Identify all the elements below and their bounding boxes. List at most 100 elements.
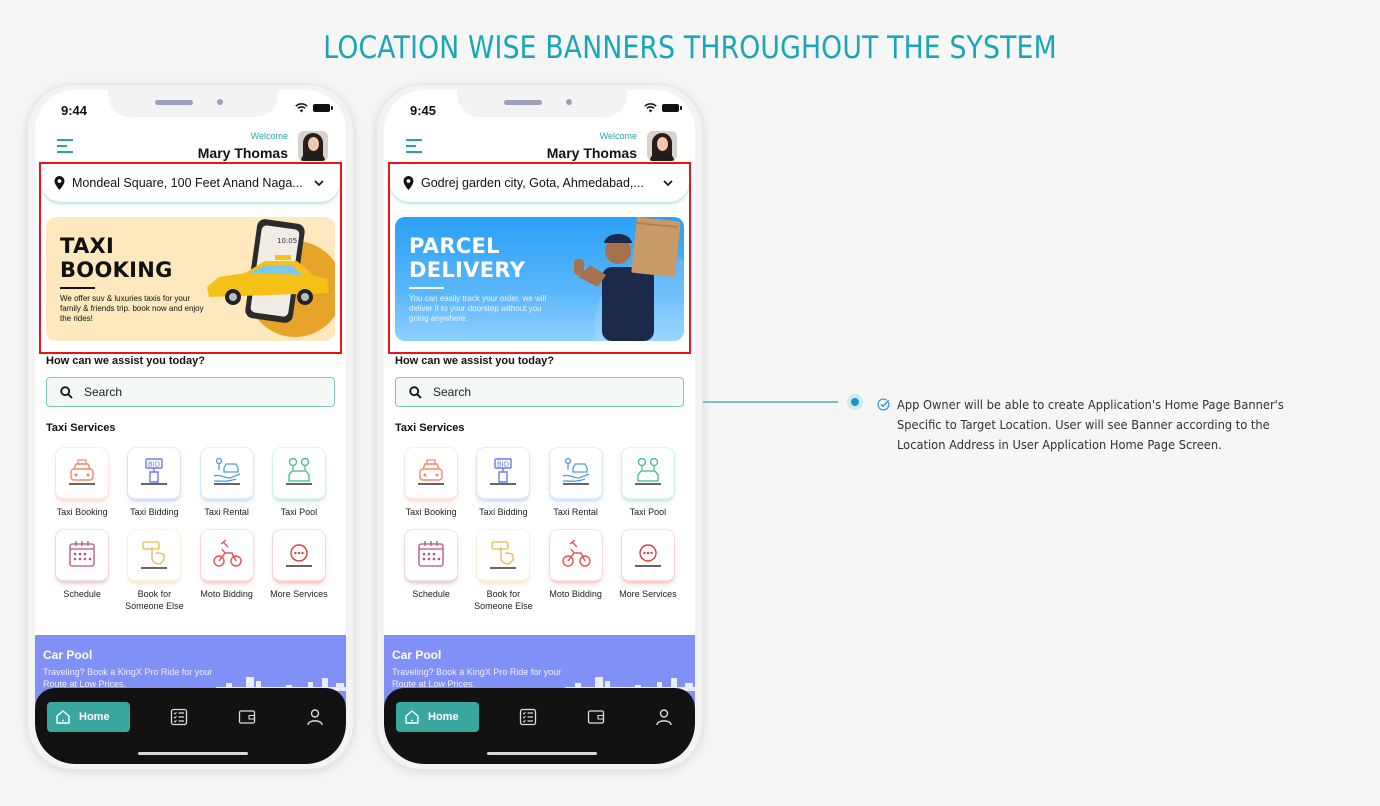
home-icon (405, 710, 419, 724)
service-item[interactable]: Taxi Pool (263, 448, 335, 518)
welcome-label: Welcome (250, 131, 288, 141)
service-item[interactable]: Schedule (395, 530, 467, 612)
bottom-navigation: Home (35, 688, 346, 764)
search-input[interactable]: Search (46, 377, 335, 407)
service-tile[interactable] (128, 530, 181, 582)
service-tile[interactable] (405, 448, 458, 500)
carpool-title: Car Pool (392, 648, 442, 662)
service-item[interactable]: More Services (612, 530, 684, 612)
service-tile[interactable] (272, 530, 325, 582)
service-item[interactable]: Taxi Booking (395, 448, 467, 518)
taxi-booking-banner[interactable]: TAXI BOOKING We offer suv & luxuries taxi… (46, 217, 335, 341)
bottom-navigation: Home (384, 688, 695, 764)
service-label: More Services (619, 589, 677, 599)
section-heading-taxi-services: Taxi Services (395, 422, 465, 434)
service-label: Taxi Pool (629, 507, 667, 517)
pool-icon (634, 457, 661, 485)
service-tile[interactable] (405, 530, 458, 582)
taxi-icon (69, 459, 96, 485)
search-input[interactable]: Search (395, 377, 684, 407)
service-label: Taxi Rental (553, 507, 598, 517)
page-title: LOCATION WISE BANNERS THROUGHOUT THE SYS… (323, 30, 1057, 66)
nav-home-button[interactable]: Home (396, 702, 479, 732)
orders-list-icon[interactable] (519, 708, 537, 726)
carpool-description: Traveling? Book a KingX Pro Ride for you… (392, 667, 562, 689)
service-item[interactable]: BID Taxi Bidding (118, 448, 190, 518)
nav-home-button[interactable]: Home (47, 702, 130, 732)
taxi-car-phone-illustration: 10:05 (207, 219, 335, 337)
phone-mockup-parcel: 9:45 Welcome Mary Thomas Godrej garden c… (376, 84, 703, 770)
service-item[interactable]: Moto Bidding (540, 530, 612, 612)
service-tile[interactable] (549, 448, 602, 500)
service-tile[interactable]: BID (128, 448, 181, 500)
user-name: Mary Thomas (546, 145, 637, 161)
service-tile[interactable] (200, 448, 253, 500)
service-item[interactable]: Taxi Pool (612, 448, 684, 518)
service-item[interactable]: Schedule (46, 530, 118, 612)
service-label: Book for Someone Else (474, 589, 533, 611)
orders-list-icon[interactable] (170, 708, 188, 726)
service-label: Taxi Rental (204, 507, 249, 517)
service-item[interactable]: Book for Someone Else (467, 530, 539, 612)
wallet-icon[interactable] (238, 708, 256, 726)
home-icon (56, 710, 70, 724)
bid-icon: BID (490, 458, 517, 485)
nav-home-label: Home (79, 711, 110, 723)
camera-icon (217, 99, 223, 105)
speaker-icon (155, 100, 193, 105)
service-label: Book for Someone Else (125, 589, 184, 611)
service-item[interactable]: Taxi Booking (46, 448, 118, 518)
svg-text:BID: BID (497, 461, 509, 469)
banner-description: We offer suv & luxuries taxis for your f… (60, 294, 204, 323)
service-label: Schedule (412, 589, 450, 599)
avatar[interactable] (647, 131, 677, 161)
calendar-icon (418, 541, 444, 567)
service-item[interactable]: More Services (263, 530, 335, 612)
service-label: Taxi Booking (56, 507, 108, 517)
assist-heading: How can we assist you today? (395, 355, 554, 367)
service-label: Moto Bidding (549, 589, 602, 599)
speaker-icon (504, 100, 542, 105)
service-tile[interactable] (621, 530, 674, 582)
service-tile[interactable] (200, 530, 253, 582)
banner-title: PARCEL DELIVERY (409, 234, 526, 282)
hamburger-menu-icon[interactable] (406, 139, 422, 157)
service-item[interactable]: Book for Someone Else (118, 530, 190, 612)
hamburger-menu-icon[interactable] (57, 139, 73, 157)
carpool-title: Car Pool (43, 648, 93, 662)
banner-divider (60, 287, 95, 289)
service-tile[interactable] (477, 530, 530, 582)
home-indicator (487, 752, 597, 755)
camera-icon (566, 99, 572, 105)
service-tile[interactable] (549, 530, 602, 582)
avatar[interactable] (298, 131, 328, 161)
home-indicator (138, 752, 248, 755)
service-tile[interactable] (621, 448, 674, 500)
profile-icon[interactable] (655, 708, 673, 726)
status-time: 9:45 (410, 103, 437, 118)
bullet-dot (847, 394, 863, 410)
service-item[interactable]: Taxi Rental (191, 448, 263, 518)
hand-tap-icon (141, 541, 168, 569)
banner-description: You can easily track your order. we will… (409, 294, 547, 323)
banner-divider (409, 287, 444, 289)
service-item[interactable]: Moto Bidding (191, 530, 263, 612)
motorbike-icon (212, 539, 242, 567)
user-name: Mary Thomas (197, 145, 288, 161)
service-tile[interactable] (56, 448, 109, 500)
service-tile[interactable] (56, 530, 109, 582)
status-icons (644, 103, 682, 113)
pool-icon (285, 457, 312, 485)
welcome-label: Welcome (599, 131, 637, 141)
service-tile[interactable]: BID (477, 448, 530, 500)
search-placeholder: Search (433, 385, 472, 399)
wallet-icon[interactable] (587, 708, 605, 726)
profile-icon[interactable] (306, 708, 324, 726)
banner-illustration: 10:05 (205, 217, 335, 341)
service-item[interactable]: Taxi Rental (540, 448, 612, 518)
service-tile[interactable] (272, 448, 325, 500)
service-item[interactable]: BID Taxi Bidding (467, 448, 539, 518)
rental-icon (562, 457, 589, 485)
parcel-delivery-banner[interactable]: PARCEL DELIVERY You can easily track your… (395, 217, 684, 341)
carpool-description: Traveling? Book a KingX Pro Ride for you… (43, 667, 213, 689)
